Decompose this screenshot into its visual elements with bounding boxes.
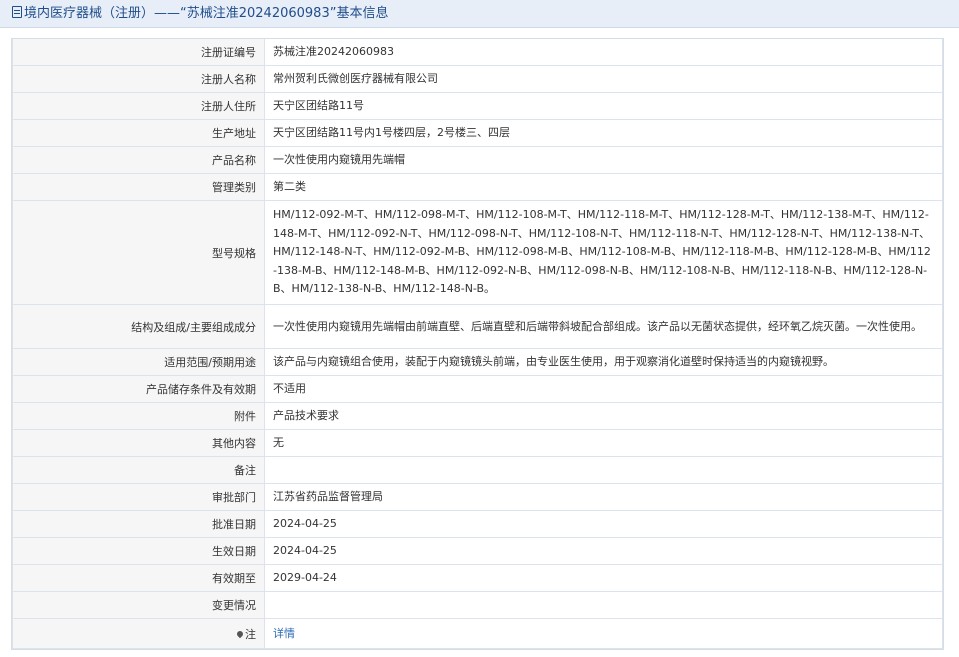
field-value: 常州贺利氏微创医疗器械有限公司 [264, 65, 943, 93]
field-value: 产品技术要求 [264, 402, 943, 430]
pin-icon [235, 629, 245, 638]
field-value [264, 456, 943, 484]
row-note: 注 详情 [12, 618, 943, 649]
field-label: 产品名称 [12, 146, 265, 174]
field-value: 2029-04-24 [264, 564, 943, 592]
row-storage: 产品储存条件及有效期 不适用 [12, 375, 943, 403]
field-label: 注册证编号 [12, 39, 265, 66]
field-value: 苏械注准20242060983 [264, 39, 943, 66]
row-effective-date: 生效日期 2024-04-25 [12, 537, 943, 565]
row-management-class: 管理类别 第二类 [12, 173, 943, 201]
row-other: 其他内容 无 [12, 429, 943, 457]
field-label: 生产地址 [12, 119, 265, 147]
row-changes: 变更情况 [12, 591, 943, 619]
field-label: 有效期至 [12, 564, 265, 592]
document-icon [12, 6, 22, 18]
field-value: 2024-04-25 [264, 510, 943, 538]
row-attachment: 附件 产品技术要求 [12, 402, 943, 430]
field-label: 适用范围/预期用途 [12, 348, 265, 376]
details-link[interactable]: 详情 [273, 627, 295, 640]
field-label: 审批部门 [12, 483, 265, 511]
row-registrant-name: 注册人名称 常州贺利氏微创医疗器械有限公司 [12, 65, 943, 93]
field-value: 不适用 [264, 375, 943, 403]
field-value [264, 591, 943, 619]
row-model-spec: 型号规格 HM/112-092-M-T、HM/112-098-M-T、HM/11… [12, 200, 943, 305]
row-registration-number: 注册证编号 苏械注准20242060983 [12, 39, 943, 66]
row-intended-use: 适用范围/预期用途 该产品与内窥镜组合使用，装配于内窥镜镜头前端，由专业医生使用… [12, 348, 943, 376]
field-label: 批准日期 [12, 510, 265, 538]
field-label: 结构及组成/主要组成成分 [12, 304, 265, 349]
info-table: 注册证编号 苏械注准20242060983 注册人名称 常州贺利氏微创医疗器械有… [12, 39, 943, 649]
row-approval-date: 批准日期 2024-04-25 [12, 510, 943, 538]
note-label: 注 [245, 627, 256, 641]
field-label: 注册人名称 [12, 65, 265, 93]
field-value: HM/112-092-M-T、HM/112-098-M-T、HM/112-108… [264, 200, 943, 305]
field-label: 注册人住所 [12, 92, 265, 120]
row-remarks: 备注 [12, 456, 943, 484]
field-label: 型号规格 [12, 200, 265, 305]
field-value: 无 [264, 429, 943, 457]
field-value: 一次性使用内窥镜用先端帽由前端直壁、后端直壁和后端带斜坡配合部组成。该产品以无菌… [264, 304, 943, 349]
field-value: 江苏省药品监督管理局 [264, 483, 943, 511]
field-label: 产品储存条件及有效期 [12, 375, 265, 403]
field-value: 详情 [264, 618, 943, 649]
field-label: 其他内容 [12, 429, 265, 457]
row-product-name: 产品名称 一次性使用内窥镜用先端帽 [12, 146, 943, 174]
info-table-container: 注册证编号 苏械注准20242060983 注册人名称 常州贺利氏微创医疗器械有… [11, 38, 944, 650]
row-structure: 结构及组成/主要组成成分 一次性使用内窥镜用先端帽由前端直壁、后端直壁和后端带斜… [12, 304, 943, 349]
field-value: 2024-04-25 [264, 537, 943, 565]
field-label: 附件 [12, 402, 265, 430]
field-value: 天宁区团结路11号内1号楼四层，2号楼三、四层 [264, 119, 943, 147]
field-label: 注 [12, 618, 265, 649]
field-value: 一次性使用内窥镜用先端帽 [264, 146, 943, 174]
field-label: 备注 [12, 456, 265, 484]
row-approval-dept: 审批部门 江苏省药品监督管理局 [12, 483, 943, 511]
field-label: 生效日期 [12, 537, 265, 565]
row-production-address: 生产地址 天宁区团结路11号内1号楼四层，2号楼三、四层 [12, 119, 943, 147]
page-header: 境内医疗器械（注册）——“苏械注准20242060983”基本信息 [0, 0, 959, 28]
field-value: 该产品与内窥镜组合使用，装配于内窥镜镜头前端，由专业医生使用，用于观察消化道壁时… [264, 348, 943, 376]
field-value: 天宁区团结路11号 [264, 92, 943, 120]
field-label: 管理类别 [12, 173, 265, 201]
page-title: 境内医疗器械（注册）——“苏械注准20242060983”基本信息 [24, 6, 389, 21]
row-registrant-address: 注册人住所 天宁区团结路11号 [12, 92, 943, 120]
field-label: 变更情况 [12, 591, 265, 619]
field-value: 第二类 [264, 173, 943, 201]
row-valid-until: 有效期至 2029-04-24 [12, 564, 943, 592]
